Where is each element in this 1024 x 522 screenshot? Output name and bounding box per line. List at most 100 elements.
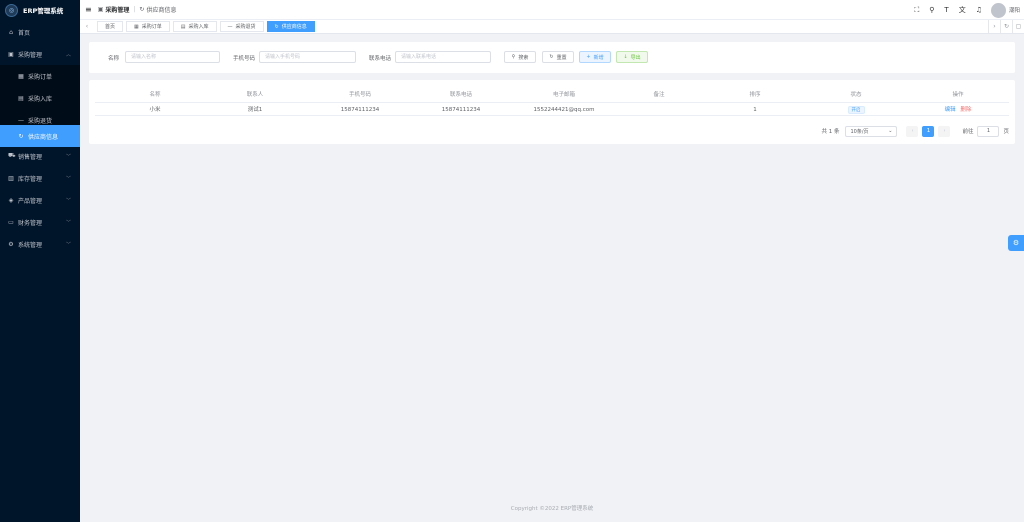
cell-contact: 测试1 bbox=[247, 107, 263, 113]
username[interactable]: 潮阳 bbox=[1009, 6, 1020, 14]
cell-tel: 15874111234 bbox=[441, 107, 481, 113]
chevron-right-icon[interactable]: › bbox=[988, 20, 1000, 34]
fullscreen-icon[interactable]: ⛶ bbox=[914, 6, 919, 15]
table-icon: ▦ bbox=[134, 23, 139, 30]
refresh-icon[interactable]: ↻ bbox=[1000, 20, 1012, 34]
sidebar-item-inventory[interactable]: ▥ 库存管理 ﹀ bbox=[0, 167, 80, 189]
avatar[interactable] bbox=[990, 2, 1006, 18]
tel-input[interactable] bbox=[395, 51, 491, 63]
logo-icon: ◎ bbox=[5, 3, 18, 17]
tag-supplier[interactable]: ↻ 供应商信息 bbox=[266, 21, 315, 32]
dash-icon: — bbox=[18, 116, 24, 124]
chevron-down-icon: ﹀ bbox=[65, 241, 71, 248]
product-icon: ◈ bbox=[8, 196, 14, 204]
search-button-label: 搜索 bbox=[518, 54, 529, 61]
font-size-icon[interactable]: T bbox=[944, 6, 948, 14]
sidebar-item-system[interactable]: ⚙ 系统管理 ﹀ bbox=[0, 233, 80, 255]
tag-purchase-return[interactable]: — 采购退货 bbox=[219, 21, 264, 32]
breadcrumb-separator: | bbox=[133, 6, 136, 13]
column-header: 备注 bbox=[653, 92, 665, 98]
dash-icon: — bbox=[227, 23, 233, 30]
chevron-down-icon: ⌄ bbox=[888, 128, 893, 134]
column-header: 联系人 bbox=[246, 92, 264, 98]
table-row: 小米 测试1 15874111234 15874111234 155224442… bbox=[95, 102, 1009, 116]
bell-icon[interactable]: ♫ bbox=[976, 6, 982, 14]
refresh-icon: ↻ bbox=[549, 54, 554, 60]
prev-page-button[interactable]: ‹ bbox=[906, 125, 919, 137]
settings-float-button[interactable]: ⚙ bbox=[1008, 235, 1024, 251]
tag-purchase-inbound[interactable]: ▤ 采购入库 bbox=[172, 21, 217, 32]
chevron-down-icon: ﹀ bbox=[65, 197, 71, 204]
tag-label: 采购入库 bbox=[188, 24, 209, 30]
search-icon: ⚲ bbox=[511, 54, 516, 60]
refresh-icon: ↻ bbox=[18, 132, 24, 140]
phone-label: 手机号码 bbox=[233, 56, 256, 62]
column-header: 联系电话 bbox=[449, 92, 472, 98]
cell-email: 1552244421@qq.com bbox=[533, 107, 595, 113]
chevron-down-icon: ﹀ bbox=[65, 175, 71, 182]
sidebar-item-home[interactable]: ⌂ 首页 bbox=[0, 21, 80, 43]
sidebar-item-finance[interactable]: ▭ 财务管理 ﹀ bbox=[0, 211, 80, 233]
chevron-left-icon[interactable]: ‹ bbox=[80, 23, 94, 30]
phone-input[interactable] bbox=[259, 51, 356, 63]
breadcrumb-item[interactable]: 采购管理 bbox=[105, 5, 129, 14]
search-button[interactable]: ⚲ 搜索 bbox=[504, 51, 536, 63]
cell-status: 开启 bbox=[816, 103, 896, 117]
sidebar-item-label: 采购管理 bbox=[18, 51, 43, 59]
page-size-select[interactable]: 10条/页 ⌄ bbox=[845, 125, 898, 137]
chevron-down-icon: ﹀ bbox=[65, 219, 71, 226]
translate-icon[interactable]: 文 bbox=[959, 5, 966, 15]
logo: ◎ ERP管理系统 bbox=[0, 0, 80, 20]
sidebar-item-purchase-inbound[interactable]: ▤ 采购入库 bbox=[0, 87, 80, 109]
gear-icon: ⚙ bbox=[1012, 239, 1020, 247]
page-unit-label: 页 bbox=[1003, 129, 1009, 135]
next-page-button[interactable]: › bbox=[938, 125, 951, 137]
column-header: 手机号码 bbox=[348, 92, 371, 98]
sidebar-item-label: 库存管理 bbox=[18, 175, 43, 183]
cell-name: 小米 bbox=[149, 107, 161, 113]
header-tools: ⛶ ⚲ T 文 ♫ 潮阳 bbox=[904, 0, 1020, 20]
chevron-up-icon: ︿ bbox=[65, 51, 71, 58]
sidebar-item-supplier[interactable]: ↻ 供应商信息 bbox=[0, 125, 80, 147]
page-number[interactable]: 1 bbox=[922, 125, 935, 137]
table-icon: ▦ bbox=[18, 72, 24, 80]
sidebar-item-label: 系统管理 bbox=[18, 241, 43, 249]
home-icon: ⌂ bbox=[9, 28, 13, 36]
menu-icon[interactable]: ▢ bbox=[1012, 20, 1024, 34]
reset-button[interactable]: ↻ 重置 bbox=[542, 51, 574, 63]
breadcrumb-item: 供应商信息 bbox=[146, 7, 177, 14]
sidebar-item-label: 采购入库 bbox=[28, 95, 53, 103]
chevron-down-icon: ﹀ bbox=[65, 153, 71, 160]
app-title: ERP管理系统 bbox=[23, 7, 64, 15]
sidebar-item-label: 财务管理 bbox=[18, 219, 43, 227]
column-header: 排序 bbox=[749, 92, 761, 98]
refresh-icon: ↻ bbox=[274, 23, 279, 30]
cell-sort: 1 bbox=[753, 107, 757, 113]
gear-icon: ⚙ bbox=[8, 240, 14, 248]
warehouse-icon: ▤ bbox=[180, 23, 186, 30]
delete-button[interactable]: 删除 bbox=[960, 107, 971, 113]
add-button[interactable]: + 新增 bbox=[579, 51, 611, 63]
sidebar-item-product[interactable]: ◈ 产品管理 ﹀ bbox=[0, 189, 80, 211]
truck-icon: ⛟ bbox=[8, 152, 16, 159]
export-button[interactable]: ↓ 导出 bbox=[616, 51, 648, 63]
search-icon[interactable]: ⚲ bbox=[929, 6, 934, 14]
page-size-value: 10条/页 bbox=[850, 128, 869, 135]
sidebar-item-purchase-order[interactable]: ▦ 采购订单 bbox=[0, 65, 80, 87]
edit-button[interactable]: 编辑 bbox=[945, 107, 956, 113]
supplier-table: 名称 联系人 手机号码 联系电话 电子邮箱 备注 排序 状态 操作 小米 测试1… bbox=[89, 80, 1015, 144]
plus-icon: + bbox=[586, 54, 591, 60]
tags-tools: › ↻ ▢ bbox=[988, 20, 1024, 34]
box-icon: ▥ bbox=[8, 174, 14, 182]
pagination-total: 共 1 条 bbox=[821, 129, 840, 135]
sidebar-item-sales[interactable]: ⛟ 销售管理 ﹀ bbox=[0, 145, 80, 167]
tag-home[interactable]: 首页 bbox=[97, 21, 124, 32]
menu-toggle-icon[interactable]: ≡ bbox=[85, 5, 92, 14]
tag-purchase-order[interactable]: ▦ 采购订单 bbox=[126, 21, 170, 32]
column-header: 名称 bbox=[149, 92, 161, 98]
name-input[interactable] bbox=[125, 51, 220, 63]
goto-page-input[interactable] bbox=[977, 125, 1000, 137]
goto-label: 前往 bbox=[962, 129, 974, 135]
tag-label: 供应商信息 bbox=[281, 24, 307, 30]
sidebar-item-purchase[interactable]: ▣ 采购管理 ︿ bbox=[0, 43, 80, 65]
